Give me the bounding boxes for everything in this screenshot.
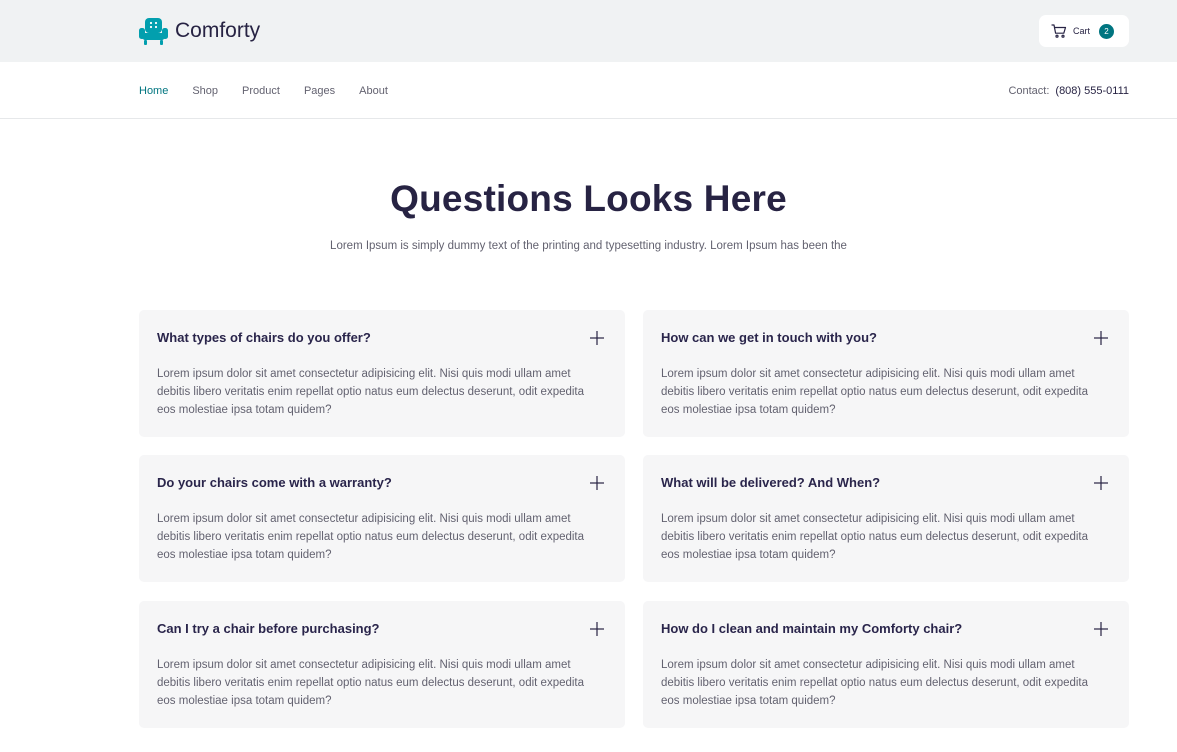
plus-icon[interactable]	[1093, 621, 1109, 637]
nav-item-shop[interactable]: Shop	[192, 85, 218, 97]
faq-card[interactable]: What will be delivered? And When? Lorem …	[643, 455, 1129, 582]
contact-label: Contact:	[1008, 84, 1050, 97]
nav-item-home[interactable]: Home	[139, 85, 168, 97]
plus-icon[interactable]	[1093, 475, 1109, 491]
nav-item-pages[interactable]: Pages	[304, 85, 335, 97]
faq-card[interactable]: How can we get in touch with you? Lorem …	[643, 310, 1129, 437]
contact-info: Contact: (808) 555-0111	[1008, 62, 1129, 119]
nav-item-product[interactable]: Product	[242, 85, 280, 97]
page-title: Questions Looks Here	[390, 178, 787, 219]
faq-question: Do your chairs come with a warranty?	[157, 475, 392, 490]
armchair-icon	[138, 17, 169, 46]
faq-answer: Lorem ipsum dolor sit amet consectetur a…	[661, 659, 1089, 707]
page-subtitle: Lorem Ipsum is simply dummy text of the …	[330, 240, 847, 252]
faq-question: How do I clean and maintain my Comforty …	[661, 621, 963, 636]
nav-links: Home Shop Product Pages About	[139, 62, 412, 119]
faq-question: What types of chairs do you offer?	[157, 330, 371, 345]
plus-icon[interactable]	[589, 621, 605, 637]
faq-question: How can we get in touch with you?	[661, 330, 877, 345]
faq-card[interactable]: Do your chairs come with a warranty? Lor…	[139, 455, 625, 582]
cart-count-badge: 2	[1099, 23, 1115, 39]
faq-answer: Lorem ipsum dolor sit amet consectetur a…	[661, 368, 1089, 416]
plus-icon[interactable]	[1093, 330, 1109, 346]
brand-name: Comforty	[175, 19, 261, 42]
nav-item-about[interactable]: About	[359, 85, 388, 97]
faq-card[interactable]: Can I try a chair before purchasing? Lor…	[139, 601, 625, 728]
contact-phone[interactable]: (808) 555-0111	[1055, 85, 1129, 97]
faq-card[interactable]: How do I clean and maintain my Comforty …	[643, 601, 1129, 728]
main-nav: Home Shop Product Pages About Contact: (…	[0, 62, 1177, 119]
cart-label: Cart	[1073, 26, 1091, 36]
faq-answer: Lorem ipsum dolor sit amet consectetur a…	[661, 513, 1089, 561]
faq-question: What will be delivered? And When?	[661, 475, 881, 490]
plus-icon[interactable]	[589, 330, 605, 346]
cart-icon	[1051, 23, 1067, 39]
faq-answer: Lorem ipsum dolor sit amet consectetur a…	[157, 659, 585, 707]
faq-answer: Lorem ipsum dolor sit amet consectetur a…	[157, 513, 585, 561]
plus-icon[interactable]	[589, 475, 605, 491]
top-bar: Comforty Cart 2	[0, 0, 1177, 62]
faq-question: Can I try a chair before purchasing?	[157, 621, 380, 636]
cart-button[interactable]: Cart 2	[1039, 15, 1129, 47]
brand-logo[interactable]: Comforty	[138, 16, 260, 46]
faq-card[interactable]: What types of chairs do you offer? Lorem…	[139, 310, 625, 437]
faq-answer: Lorem ipsum dolor sit amet consectetur a…	[157, 368, 585, 416]
